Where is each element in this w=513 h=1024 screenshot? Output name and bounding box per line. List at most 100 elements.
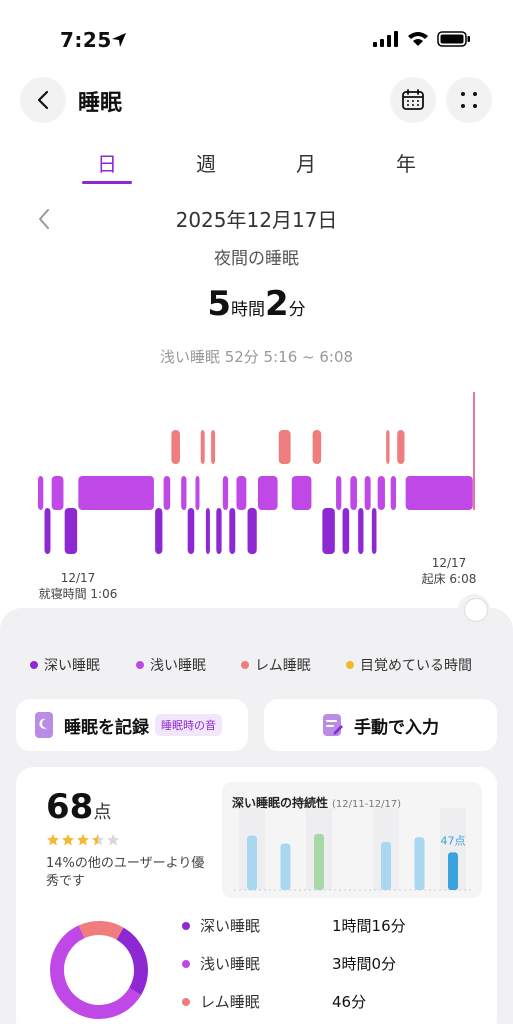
duration-minutes: 2 (265, 284, 289, 324)
total-sleep-duration: 5時間2分 (0, 284, 513, 324)
duration-minutes-unit: 分 (288, 300, 306, 320)
calendar-icon (402, 89, 424, 110)
tab-year[interactable]: 年 (376, 148, 436, 177)
hypnogram-segment-light (364, 476, 371, 510)
record-sleep-label: 睡眠を記録 (64, 717, 149, 738)
score-value: 68 (46, 787, 94, 827)
legend-light-dot (136, 661, 144, 669)
legend-rem-dot (241, 661, 249, 669)
hypnogram-segment-rem (200, 430, 205, 464)
more-options-button[interactable] (446, 77, 492, 123)
legend-awake-label: 目覚めている時間 (360, 658, 472, 674)
hypnogram-segment-deep (44, 508, 51, 554)
hypnogram-segment-deep (155, 508, 163, 554)
header: 睡眠 (0, 75, 513, 127)
hypnogram-segment-rem (386, 430, 390, 464)
hypnogram-segment-light (78, 476, 154, 510)
score-unit: 点 (93, 802, 112, 823)
legend-awake-dot (346, 661, 354, 669)
bedtime-date: 12/17 (60, 571, 96, 585)
breakdown-deep-value: 1時間16分 (332, 917, 406, 935)
hypnogram-segment-light (195, 476, 200, 510)
legend-rem-label: レム睡眠 (255, 658, 311, 674)
sleep-sound-chip[interactable]: 睡眠時の音 (155, 714, 222, 736)
hypnogram-segment-light (390, 476, 397, 510)
hypnogram-segment-deep (342, 508, 350, 554)
sleep-score: 68点 (46, 787, 111, 827)
deep-sleep-continuity-chart[interactable]: 深い睡眠の持続性 (12/11-12/17) 47点 (222, 782, 482, 898)
continuity-bar (280, 843, 291, 890)
hypnogram-segment-light (51, 476, 64, 510)
sleep-stage-chart[interactable]: 12/17 就寝時間 1:06 12/17 起床 6:08 (0, 380, 513, 610)
page-title: 睡眠 (78, 91, 123, 116)
edit-note-icon (323, 714, 343, 736)
continuity-bar (381, 842, 391, 890)
sleep-score-card[interactable]: 68点 14%の他のユーザーより優秀です 深い睡眠の持続性 (12/11-12/1… (16, 767, 497, 1024)
chevron-left-icon (37, 90, 49, 110)
hypnogram-segment-light (377, 476, 385, 510)
cellular-signal-icon (373, 31, 398, 47)
hypnogram-segment-light (350, 476, 357, 510)
breakdown-light-dot (182, 960, 190, 968)
hypnogram-segment-rem (278, 430, 291, 464)
hypnogram-segment-rem (211, 430, 216, 464)
breakdown-rem-value: 46分 (332, 993, 367, 1011)
hypnogram-segment-deep (247, 508, 257, 554)
rank-text: 14%の他のユーザーより優秀です (46, 856, 205, 889)
chart-scrubber-handle[interactable] (458, 594, 490, 626)
tab-day[interactable]: 日 (77, 148, 137, 177)
more-dots-icon (461, 92, 477, 108)
legend-deep: 深い睡眠 (30, 655, 100, 675)
legend-awake: 目覚めている時間 (346, 655, 472, 675)
legend-rem: レム睡眠 (241, 655, 311, 675)
continuity-bar (314, 834, 324, 890)
hypnogram-segment-rem (312, 430, 322, 464)
breakdown-deep-label: 深い睡眠 (200, 917, 261, 935)
hypnogram-segment-deep (229, 508, 236, 554)
continuity-bar (247, 835, 257, 890)
period-tabs: 日 週 月 年 (0, 148, 513, 188)
legend-deep-dot (30, 661, 38, 669)
breakdown-deep-dot (182, 922, 190, 930)
continuity-highlight-label: 47点 (441, 834, 466, 847)
hypnogram-segment-light (163, 476, 171, 510)
breakdown-rem: レム睡眠 46分 (182, 991, 482, 1015)
breakdown-light: 浅い睡眠 3時間0分 (182, 953, 482, 977)
hypnogram-segment-deep (322, 508, 335, 554)
stage-ratio-donut (50, 921, 148, 1019)
manual-entry-button[interactable]: 手動で入力 (264, 699, 497, 751)
hypnogram-segment-light (291, 476, 312, 510)
manual-entry-label: 手動で入力 (354, 717, 439, 738)
battery-icon (437, 31, 470, 47)
legend-light-label: 浅い睡眠 (150, 658, 206, 674)
calendar-button[interactable] (390, 77, 436, 123)
star-icon (77, 834, 89, 846)
hypnogram-segment-rem (397, 430, 405, 464)
hypnogram-segment-light (181, 476, 187, 510)
selected-segment-info: 浅い睡眠 52分 5:16 ~ 6:08 (159, 348, 354, 366)
breakdown-deep: 深い睡眠 1時間16分 (182, 915, 482, 939)
hypnogram-segment-light (405, 476, 473, 510)
location-arrow-icon (112, 33, 126, 47)
hypnogram-segment-light (257, 476, 278, 510)
active-tab-indicator (82, 181, 132, 184)
bedtime-label: 12/17 就寝時間 1:06 (38, 570, 118, 602)
sleep-type-label: 夜間の睡眠 (214, 249, 299, 269)
tab-week[interactable]: 週 (176, 148, 236, 177)
back-button[interactable] (20, 77, 66, 123)
continuity-chart-svg: 47点 (234, 808, 472, 891)
tab-month[interactable]: 月 (276, 148, 336, 177)
hypnogram-segment-deep (358, 508, 364, 554)
record-sleep-button[interactable]: 睡眠を記録 睡眠時の音 (16, 699, 248, 751)
star-icon (62, 834, 74, 846)
selected-date: 2025年12月17日 (175, 208, 338, 232)
legend-light: 浅い睡眠 (136, 655, 206, 675)
hypnogram-segment-light (236, 476, 247, 510)
wake-date: 12/17 (431, 556, 467, 570)
duration-hours: 5 (207, 284, 231, 324)
continuity-bar (448, 852, 458, 890)
hypnogram-segment-deep (371, 508, 377, 554)
duration-hours-unit: 時間 (231, 300, 265, 320)
scrubber-knob (464, 598, 488, 622)
hypnogram-segment-deep (64, 508, 78, 554)
